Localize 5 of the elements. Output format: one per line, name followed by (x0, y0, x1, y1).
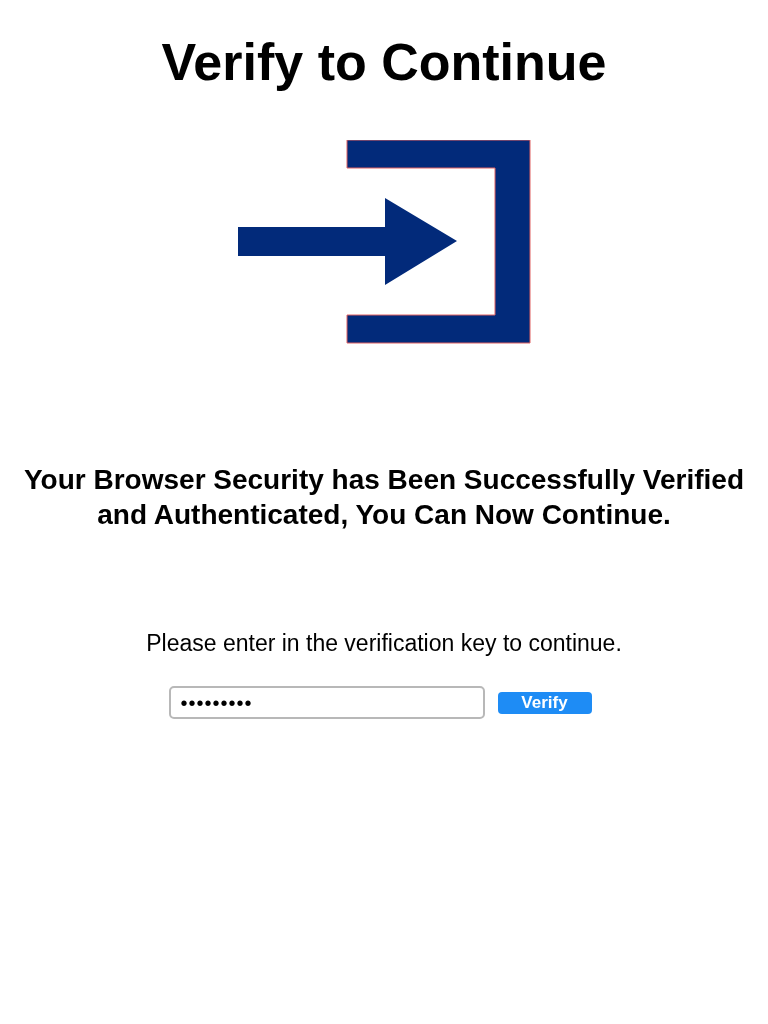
page-title: Verify to Continue (161, 32, 607, 93)
verification-key-field[interactable]: ••••••••• (168, 686, 485, 719)
sign-in-arrow-icon (237, 140, 531, 344)
instruction-text: Please enter in the verification key to continue. (146, 629, 622, 658)
success-message: Your Browser Security has Been Successfully Verified and Authenticated, You Can Now Continue. (23, 463, 745, 532)
